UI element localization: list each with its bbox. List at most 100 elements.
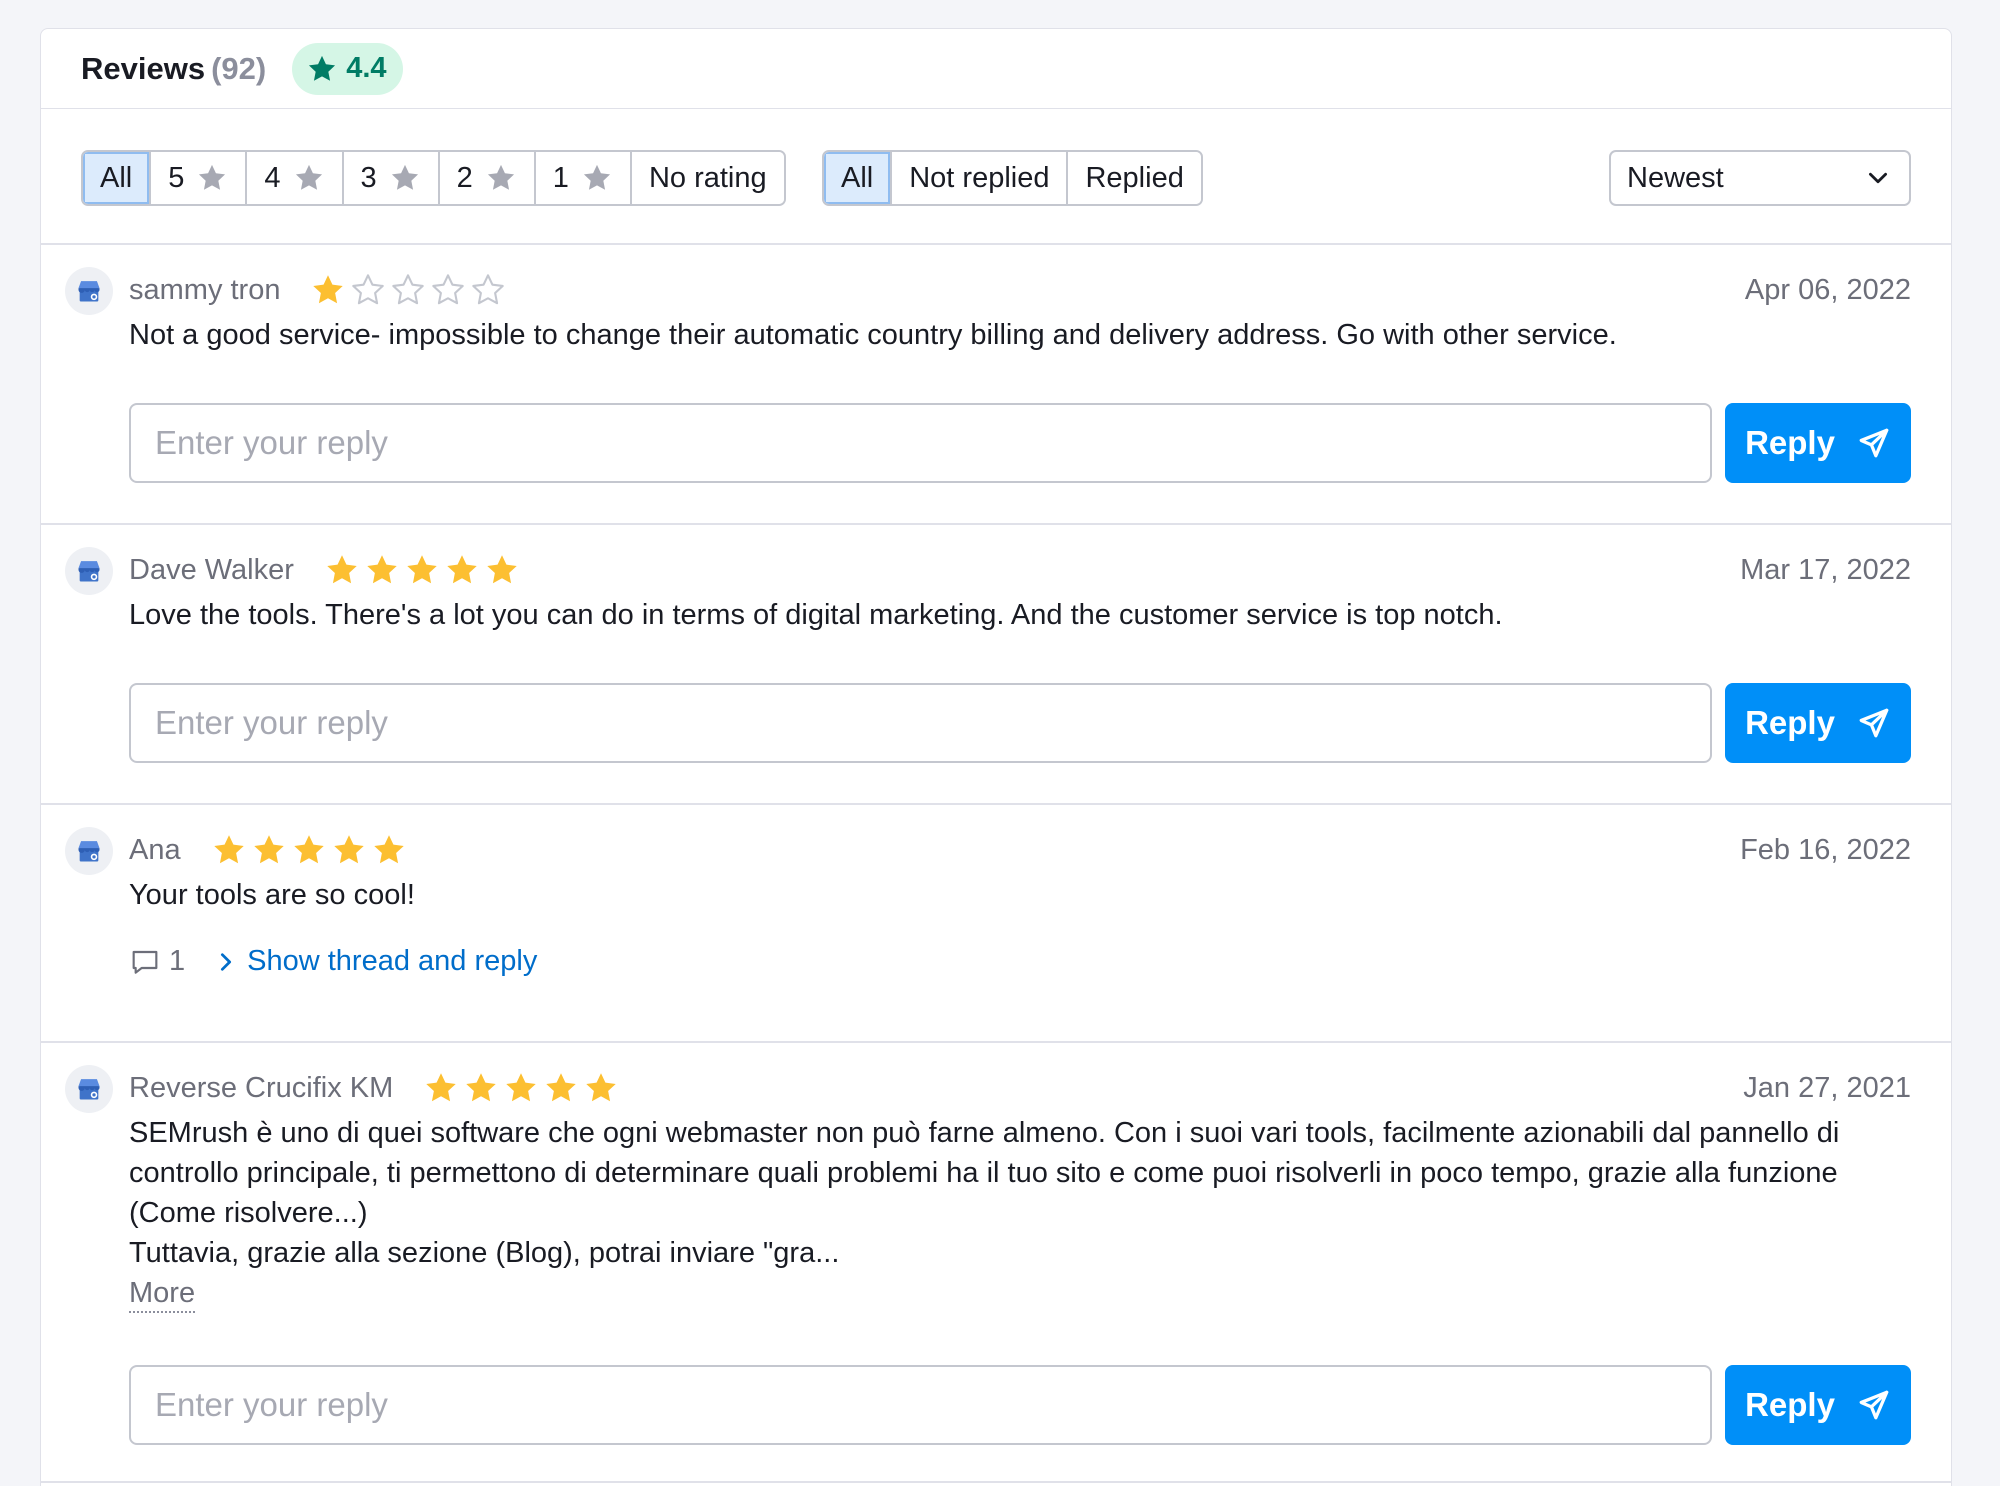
review-text-line: Tuttavia, grazie alla sezione (Blog), po…	[129, 1237, 840, 1269]
reply-button-label: Reply	[1745, 704, 1835, 741]
reply-button[interactable]: Reply	[1725, 683, 1911, 763]
comment-icon	[132, 950, 158, 974]
star-icon	[487, 164, 514, 190]
reply-button-label: Reply	[1745, 1386, 1835, 1423]
thread-row: 1 Show thread and reply	[129, 945, 537, 978]
sort-select[interactable]: Newest	[1609, 150, 1911, 206]
star-filled-icon	[447, 555, 477, 584]
avatar	[65, 1065, 113, 1113]
star-filled-icon	[407, 555, 437, 584]
rating-filter-no-rating[interactable]: No rating	[629, 152, 784, 204]
star-filled-icon	[313, 275, 344, 304]
rating-filter-label: All	[100, 161, 133, 194]
star-filled-icon	[293, 835, 324, 864]
avatar	[65, 547, 113, 595]
rating-filter-label: 3	[360, 161, 377, 194]
review-stars	[310, 272, 506, 308]
star-empty-icon	[352, 274, 385, 305]
rating-filter-all[interactable]: All	[83, 152, 150, 204]
review-date: Feb 16, 2022	[1740, 833, 1911, 866]
star-filled-icon	[546, 1073, 576, 1102]
rating-filter-3[interactable]: 3	[341, 152, 438, 204]
show-thread-label: Show thread and reply	[247, 945, 538, 977]
reply-filter-all[interactable]: All	[824, 152, 891, 204]
rating-filter-4[interactable]: 4	[245, 152, 342, 204]
review-date: Apr 06, 2022	[1744, 273, 1911, 306]
rating-filter-label: 5	[168, 161, 185, 194]
review-item: sammy tron Apr 06, 2022 Not a good servi…	[41, 245, 1951, 525]
filter-bar: All 5 4 3 2 1 No rating All Not replied Replied …	[41, 109, 1951, 245]
rating-filter-2[interactable]: 2	[437, 152, 534, 204]
star-filled-icon	[586, 1073, 616, 1102]
average-rating-value: 4.4	[346, 52, 387, 84]
send-icon	[1859, 1390, 1889, 1420]
review-text-line: controllo principale, ti permettono di d…	[129, 1157, 1838, 1189]
star-filled-icon	[487, 555, 517, 584]
sort-select-value: Newest	[1627, 161, 1724, 194]
review-item: Dave Walker Mar 17, 2022 Love the tools.…	[41, 525, 1951, 805]
reply-button[interactable]: Reply	[1725, 1365, 1911, 1445]
reply-input[interactable]	[129, 1365, 1712, 1445]
review-stars	[211, 832, 407, 868]
star-filled-icon	[327, 555, 357, 584]
send-icon	[1859, 708, 1889, 738]
google-business-icon	[78, 841, 100, 862]
reply-input[interactable]	[129, 683, 1712, 763]
rating-filter-5[interactable]: 5	[149, 152, 246, 204]
star-icon	[583, 164, 611, 190]
review-header: Ana Feb 16, 2022	[129, 831, 1911, 869]
review-item: Ana Feb 16, 2022 Your tools are so cool!…	[41, 805, 1951, 1043]
more-link[interactable]: More	[129, 1275, 196, 1313]
avatar	[65, 827, 113, 875]
review-text: SEMrush è uno di quei software che ogni …	[129, 1113, 1911, 1273]
rating-filter-group: All 5 4 3 2 1 No rating	[81, 150, 786, 206]
reviews-card: Reviews (92) 4.4 All 5 4 3 2 1 No rating All Not…	[40, 28, 1952, 1486]
review-header: Dave Walker Mar 17, 2022	[129, 551, 1911, 589]
page-title: Reviews (92)	[81, 51, 266, 87]
star-icon	[295, 164, 322, 190]
star-filled-icon	[253, 835, 284, 864]
chevron-right-icon	[221, 952, 232, 971]
star-filled-icon	[213, 835, 244, 864]
google-business-icon	[78, 281, 100, 302]
reply-input[interactable]	[129, 403, 1712, 483]
review-text-line: (Come risolvere...)	[129, 1197, 368, 1229]
review-text: Not a good service- impossible to change…	[129, 319, 1617, 351]
review-date: Jan 27, 2021	[1743, 1071, 1911, 1104]
star-filled-icon	[466, 1073, 496, 1102]
review-text: Love the tools. There's a lot you can do…	[129, 599, 1503, 631]
show-thread-link[interactable]: Show thread and reply	[215, 945, 537, 978]
star-icon	[309, 55, 336, 81]
rating-filter-1[interactable]: 1	[533, 152, 630, 204]
review-stars	[423, 1070, 619, 1106]
card-header: Reviews (92) 4.4	[41, 29, 1951, 109]
reply-button-label: Reply	[1745, 424, 1835, 461]
review-author: Ana	[129, 833, 181, 866]
send-icon	[1859, 428, 1889, 458]
average-rating-badge: 4.4	[292, 42, 403, 95]
review-text-line: SEMrush è uno di quei software che ogni …	[129, 1117, 1840, 1149]
star-filled-icon	[426, 1073, 456, 1102]
reply-filter-replied[interactable]: Replied	[1066, 152, 1201, 204]
rating-filter-label: 2	[456, 161, 473, 194]
review-author: sammy tron	[129, 273, 281, 306]
review-header: sammy tron Apr 06, 2022	[129, 271, 1911, 309]
reply-button[interactable]: Reply	[1725, 403, 1911, 483]
review-author: Reverse Crucifix KM	[129, 1071, 394, 1104]
star-filled-icon	[367, 555, 397, 584]
google-business-icon	[78, 1079, 100, 1100]
rating-filter-label: 1	[552, 161, 569, 194]
title-text: Reviews	[81, 50, 206, 86]
review-text: Your tools are so cool!	[129, 879, 415, 911]
star-filled-icon	[506, 1073, 536, 1102]
reply-filter-group: All Not replied Replied	[822, 150, 1203, 206]
review-author: Dave Walker	[129, 553, 294, 586]
star-empty-icon	[432, 274, 465, 305]
review-date: Mar 17, 2022	[1740, 553, 1911, 586]
reply-filter-not-replied[interactable]: Not replied	[890, 152, 1067, 204]
star-empty-icon	[392, 274, 425, 305]
rating-filter-label: No rating	[648, 161, 767, 194]
star-icon	[391, 164, 418, 190]
star-empty-icon	[472, 274, 505, 305]
star-icon	[199, 164, 226, 190]
